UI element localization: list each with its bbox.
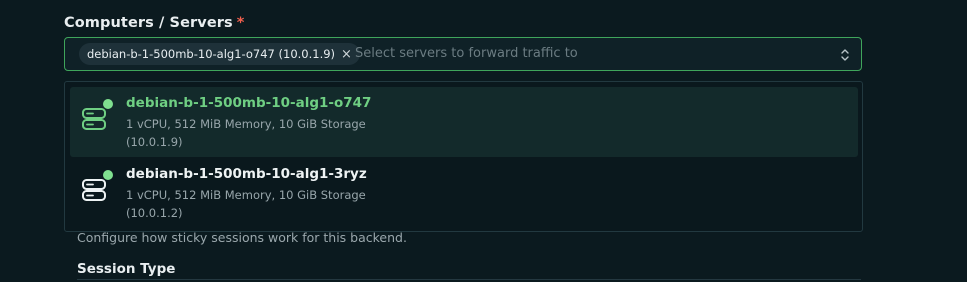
chip-label: debian-b-1-500mb-10-alg1-o747 (10.0.1.9) [87,47,336,61]
sticky-sessions-help-text: Configure how sticky sessions work for t… [77,230,407,245]
close-icon[interactable]: × [341,47,352,62]
server-option-specs: 1 vCPU, 512 MiB Memory, 10 GiB Storage [126,117,366,131]
server-option[interactable]: debian-b-1-500mb-10-alg1-o747 1 vCPU, 51… [70,87,858,157]
server-option[interactable]: debian-b-1-500mb-10-alg1-3ryz 1 vCPU, 51… [70,158,858,228]
status-dot-icon [103,99,113,109]
servers-multiselect[interactable]: debian-b-1-500mb-10-alg1-o747 (10.0.1.9)… [64,37,862,71]
field-label-text: Computers / Servers [64,15,233,31]
servers-search-input[interactable]: Select servers to forward traffic to [355,46,578,61]
server-option-specs: 1 vCPU, 512 MiB Memory, 10 GiB Storage [126,188,366,202]
session-type-label: Session Type [77,261,176,277]
servers-dropdown-menu: debian-b-1-500mb-10-alg1-o747 1 vCPU, 51… [64,81,863,232]
server-option-ip: (10.0.1.9) [126,135,183,149]
chevron-updown-icon[interactable] [839,46,851,64]
server-option-name: debian-b-1-500mb-10-alg1-o747 [126,95,372,111]
status-dot-icon [103,170,113,180]
selected-server-chip: debian-b-1-500mb-10-alg1-o747 (10.0.1.9)… [79,43,360,65]
required-marker: * [236,15,245,31]
server-option-ip: (10.0.1.2) [126,206,183,220]
servers-field-label: Computers / Servers * [64,15,244,31]
page-root: Computers / Servers * debian-b-1-500mb-10… [0,0,967,282]
server-option-name: debian-b-1-500mb-10-alg1-3ryz [126,166,367,182]
